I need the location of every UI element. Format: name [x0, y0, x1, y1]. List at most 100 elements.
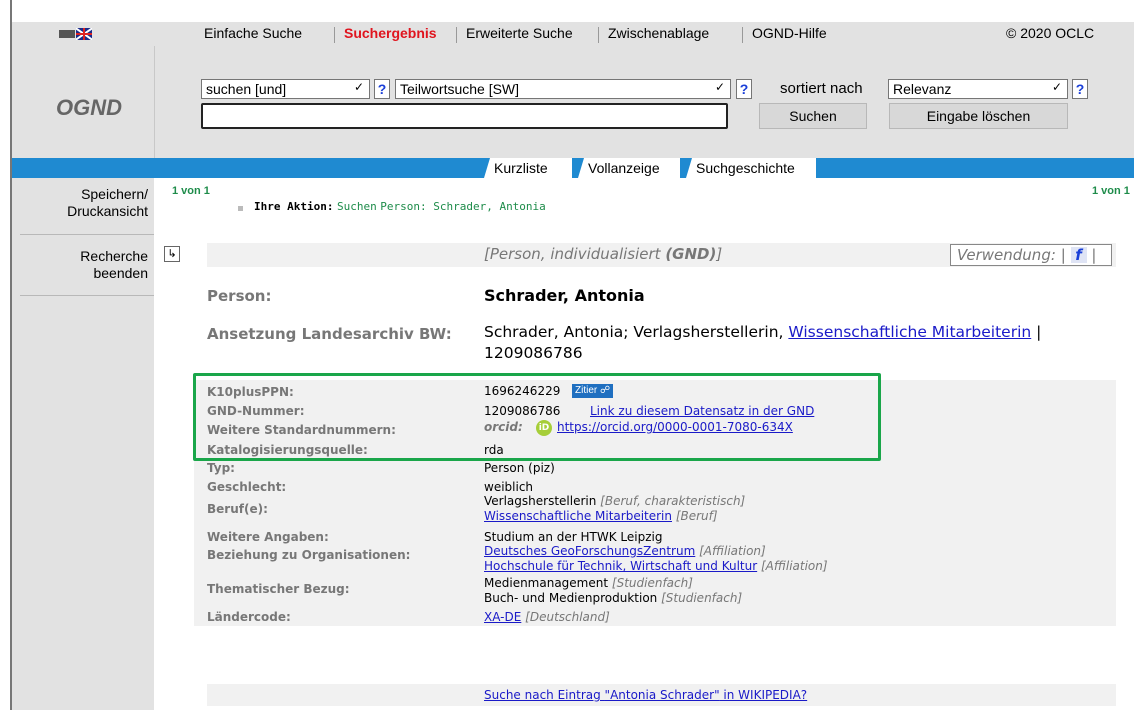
typ-label: Typ: — [207, 461, 235, 475]
sort-help-button[interactable]: ? — [1072, 79, 1088, 99]
brand-divider — [154, 46, 155, 158]
quelle-label: Katalogisierungsquelle: — [207, 443, 368, 457]
orcid-link[interactable]: https://orcid.org/0000-0001-7080-634X — [557, 420, 793, 434]
orcid-icon: iD — [536, 420, 552, 436]
org-note: [Affiliation] — [760, 559, 828, 573]
beruf-label: Beruf(e): — [207, 502, 268, 516]
search-panel — [12, 46, 1134, 158]
angaben-label: Weitere Angaben: — [207, 530, 329, 544]
verwendung-box: Verwendung: | f | — [950, 244, 1112, 266]
land-link[interactable]: XA-DE — [484, 610, 521, 624]
operator-select-value: suchen [und] — [206, 81, 287, 97]
clear-input-button[interactable]: Eingabe löschen — [889, 103, 1068, 129]
thema-note: [Studienfach] — [661, 591, 743, 605]
ansetzung-separator: | — [1036, 323, 1042, 341]
zitier-icon: ☍ — [597, 385, 611, 396]
k10-label: K10plusPPN: — [207, 385, 294, 399]
wikipedia-text: in WIKIPEDIA? — [719, 688, 808, 702]
thema-text: Buch- und Medienproduktion — [484, 591, 658, 605]
language-flags-icon[interactable] — [59, 28, 93, 40]
nav-separator — [598, 27, 599, 43]
geschlecht-label: Geschlecht: — [207, 480, 287, 494]
person-value: Schrader, Antonia — [484, 286, 645, 305]
verwendung-f-icon[interactable]: f — [1070, 247, 1087, 263]
operator-help-button[interactable]: ? — [374, 79, 390, 99]
thema-value: Medienmanagement [Studienfach] Buch- und… — [484, 576, 742, 606]
typ-value: Person (piz) — [484, 461, 555, 475]
ansetzung-label: Ansetzung Landesarchiv BW: — [207, 325, 452, 343]
std-label: Weitere Standardnummern: — [207, 423, 396, 437]
action-label: Ihre Aktion: — [254, 200, 334, 213]
top-navigation: Einfache Suche Suchergebnis Erweiterte S… — [12, 22, 1134, 47]
thema-text: Medienmanagement — [484, 576, 609, 590]
index-select[interactable]: Teilwortsuche [SW] ✓ — [395, 79, 731, 99]
sidebar-divider — [20, 234, 154, 235]
thema-note: [Studienfach] — [611, 576, 693, 590]
window-left-edge — [0, 0, 12, 710]
sort-select[interactable]: Relevanz ✓ — [888, 79, 1068, 99]
land-value: XA-DE [Deutschland] — [484, 610, 610, 624]
k10-value: 1696246229 — [484, 384, 561, 398]
org-link[interactable]: Hochschule für Technik, Wirtschaft und K… — [484, 559, 757, 573]
tab-suchgeschichte[interactable]: Suchgeschichte — [686, 158, 816, 178]
gnd-label: GND-Nummer: — [207, 404, 305, 418]
land-label: Ländercode: — [207, 610, 291, 624]
record-type-bold: (GND) — [665, 245, 717, 263]
sidebar-item-label: Druckansicht — [67, 203, 148, 219]
nav-suchergebnis[interactable]: Suchergebnis — [344, 25, 437, 41]
sidebar-item-end-search[interactable]: Recherche beenden — [12, 248, 148, 282]
sort-select-value: Relevanz — [893, 81, 952, 97]
action-verb: Suchen — [336, 200, 377, 213]
chevron-down-icon: ✓ — [353, 80, 364, 94]
orcid-prefix: orcid: — [484, 420, 523, 434]
wikipedia-query: "Antonia Schrader" — [604, 688, 720, 702]
nav-separator — [742, 27, 743, 43]
sidebar-divider — [20, 295, 154, 296]
beruf-link[interactable]: Wissenschaftliche Mitarbeiterin — [484, 509, 672, 523]
action-line: Ihre Aktion: Suchen Person: Schrader, An… — [254, 200, 546, 213]
tab-kurzliste[interactable]: Kurzliste — [484, 158, 572, 178]
ansetzung-text: Schrader, Antonia; Verlagsherstellerin, — [484, 323, 784, 341]
nav-ognd-hilfe[interactable]: OGND-Hilfe — [752, 25, 827, 41]
person-label: Person: — [207, 287, 272, 305]
beruf-value: Verlagsherstellerin [Beruf, charakterist… — [484, 494, 745, 524]
search-input[interactable] — [201, 103, 728, 129]
chevron-down-icon: ✓ — [1051, 80, 1062, 94]
tab-vollanzeige[interactable]: Vollanzeige — [578, 158, 680, 178]
nav-separator — [456, 27, 457, 43]
ansetzung-link[interactable]: Wissenschaftliche Mitarbeiterin — [788, 323, 1031, 341]
pager-left: 1 von 1 — [172, 185, 210, 197]
nav-zwischenablage[interactable]: Zwischenablage — [608, 25, 709, 41]
nav-erweiterte-suche[interactable]: Erweiterte Suche — [466, 25, 573, 41]
sidebar-item-label: Recherche — [80, 248, 148, 264]
chevron-down-icon: ✓ — [714, 80, 725, 94]
wikipedia-text: Suche nach Eintrag — [484, 688, 605, 702]
verwendung-label: Verwendung: — [957, 246, 1056, 264]
nav-separator — [334, 27, 335, 43]
copyright-text: © 2020 OCLC — [1006, 25, 1095, 41]
record-marker-icon[interactable]: ↳ — [164, 246, 180, 262]
quelle-value: rda — [484, 443, 504, 457]
beruf-text: Verlagsherstellerin — [484, 494, 597, 508]
thema-label: Thematischer Bezug: — [207, 582, 350, 596]
index-help-button[interactable]: ? — [736, 79, 752, 99]
ansetzung-id: 1209086786 — [484, 344, 583, 362]
beruf-note: [Beruf] — [675, 509, 718, 523]
sidebar-item-print[interactable]: Speichern/ Druckansicht — [12, 186, 148, 220]
beruf-note: [Beruf, charakteristisch] — [600, 494, 746, 508]
sort-label: sortiert nach — [780, 80, 863, 97]
nav-einfache-suche[interactable]: Einfache Suche — [204, 25, 302, 41]
geschlecht-value: weiblich — [484, 480, 534, 494]
search-button[interactable]: Suchen — [759, 103, 867, 129]
org-value: Deutsches GeoForschungsZentrum [Affiliat… — [484, 544, 828, 574]
pager-right: 1 von 1 — [1092, 185, 1130, 197]
zitier-button[interactable]: Zitier ☍ — [572, 384, 614, 398]
bullet-icon — [238, 206, 243, 211]
wikipedia-link[interactable]: Suche nach Eintrag "Antonia Schrader" in… — [484, 688, 807, 702]
operator-select[interactable]: suchen [und] ✓ — [201, 79, 370, 99]
gnd-link[interactable]: Link zu diesem Datensatz in der GND — [590, 404, 814, 418]
org-link[interactable]: Deutsches GeoForschungsZentrum — [484, 544, 695, 558]
view-tab-bar — [12, 158, 1134, 178]
record-type-heading: [Person, individualisiert (GND)] — [484, 245, 722, 263]
org-note: [Affiliation] — [699, 544, 766, 558]
